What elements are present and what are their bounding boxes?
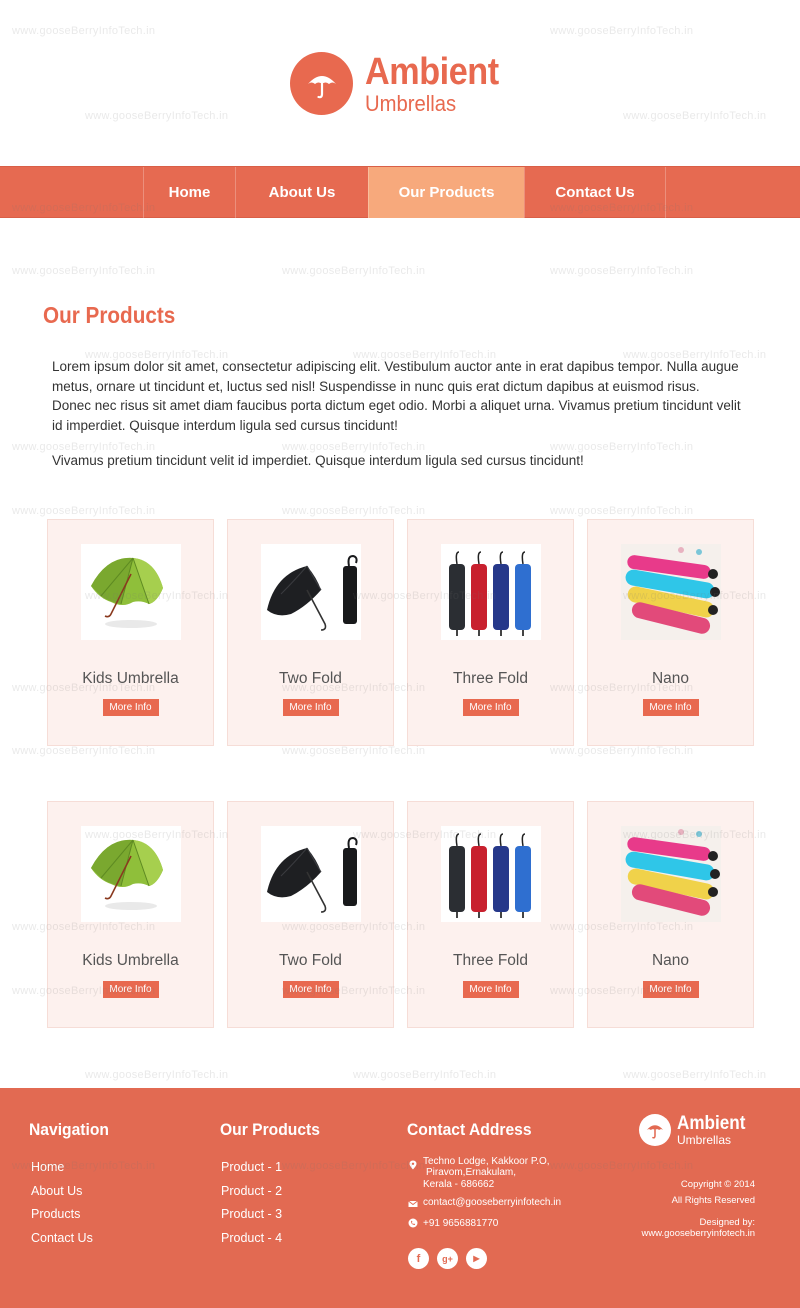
watermark-text: www.gooseBerryInfoTech.in — [550, 745, 694, 757]
footer-logo-name: Ambient — [677, 1113, 746, 1134]
address-line-3: Kerala - 686662 — [423, 1179, 495, 1190]
product-name: Two Fold — [279, 952, 342, 969]
footer-link-product-1[interactable]: Product - 1 — [221, 1160, 282, 1174]
footer-link-product-2[interactable]: Product - 2 — [221, 1184, 282, 1198]
umbrella-icon — [290, 52, 353, 115]
watermark-text: www.gooseBerryInfoTech.in — [282, 745, 426, 757]
contact-email[interactable]: contact@gooseberryinfotech.in — [423, 1197, 561, 1209]
product-name: Three Fold — [453, 670, 528, 687]
product-image-nano-umbrellas[interactable] — [620, 544, 721, 640]
watermark-text: www.gooseBerryInfoTech.in — [353, 1069, 497, 1081]
product-image-colored-folded-umbrellas[interactable] — [440, 826, 541, 922]
secondary-paragraph: Vivamus pretium tincidunt velit id imper… — [52, 453, 584, 468]
nav-item-about-us[interactable]: About Us — [235, 167, 368, 218]
rights-text: All Rights Reserved — [671, 1195, 755, 1206]
designer-link[interactable]: www.gooseberryinfotech.in — [641, 1228, 755, 1240]
footer-link-product-4[interactable]: Product - 4 — [221, 1231, 282, 1245]
product-card[interactable]: Three Fold More Info — [407, 801, 574, 1028]
watermark-text: www.gooseBerryInfoTech.in — [282, 265, 426, 277]
product-name: Nano — [651, 670, 690, 687]
product-card[interactable]: Three Fold More Info — [407, 519, 574, 746]
intro-paragraph: Lorem ipsum dolor sit amet, consectetur … — [52, 359, 741, 433]
site-header: Ambient Umbrellas — [0, 0, 800, 166]
page-title: Our Products — [43, 302, 176, 328]
product-image-black-folding-umbrella[interactable] — [260, 826, 361, 922]
more-info-button[interactable]: More Info — [102, 699, 159, 716]
watermark-text: www.gooseBerryInfoTech.in — [550, 505, 694, 517]
mail-icon — [408, 1200, 418, 1207]
watermark-text: www.gooseBerryInfoTech.in — [550, 265, 694, 277]
footer-link-about-us[interactable]: About Us — [31, 1184, 82, 1198]
product-image-colored-folded-umbrellas[interactable] — [440, 544, 541, 640]
phone-icon — [408, 1218, 418, 1228]
address-line-2: Piravom,Ernakulam, — [426, 1167, 517, 1178]
more-info-button[interactable]: More Info — [642, 981, 699, 998]
product-name: Three Fold — [453, 952, 528, 969]
product-image-black-folding-umbrella[interactable] — [260, 544, 361, 640]
site-footer: Navigation Home About Us Products Contac… — [0, 1088, 800, 1308]
product-image-green-umbrella[interactable] — [80, 826, 181, 922]
product-name: Two Fold — [279, 670, 342, 687]
footer-link-home[interactable]: Home — [31, 1160, 64, 1174]
watermark-text: www.gooseBerryInfoTech.in — [623, 1069, 767, 1081]
footer-contact-heading: Contact Address — [407, 1120, 532, 1139]
logo-name: Ambient — [365, 50, 499, 93]
site-logo[interactable]: Ambient Umbrellas — [290, 52, 514, 115]
product-card[interactable]: Nano More Info — [587, 801, 754, 1028]
more-info-button[interactable]: More Info — [642, 699, 699, 716]
contact-phone[interactable]: +91 9656881770 — [423, 1218, 498, 1230]
address-line-1: Techno Lodge, Kakkoor P.O, — [423, 1156, 550, 1167]
more-info-button[interactable]: More Info — [462, 699, 519, 716]
product-card[interactable]: Two Fold More Info — [227, 801, 394, 1028]
google-plus-icon[interactable]: g+ — [437, 1248, 458, 1269]
footer-link-product-3[interactable]: Product - 3 — [221, 1207, 282, 1221]
product-card[interactable]: Kids Umbrella More Info — [47, 519, 214, 746]
watermark-text: www.gooseBerryInfoTech.in — [85, 1069, 229, 1081]
youtube-icon[interactable]: ▶ — [466, 1248, 487, 1269]
watermark-text: www.gooseBerryInfoTech.in — [282, 505, 426, 517]
more-info-button[interactable]: More Info — [462, 981, 519, 998]
nav-item-home[interactable]: Home — [143, 167, 235, 218]
watermark-text: www.gooseBerryInfoTech.in — [12, 745, 156, 757]
product-name: Kids Umbrella — [82, 670, 179, 687]
product-image-nano-umbrellas[interactable] — [620, 826, 721, 922]
footer-logo-tagline: Umbrellas — [677, 1133, 732, 1147]
nav-item-our-products[interactable]: Our Products — [368, 167, 524, 218]
footer-logo[interactable]: Ambient Umbrellas — [639, 1114, 753, 1146]
nav-item-contact-us[interactable]: Contact Us — [524, 167, 666, 218]
watermark-text: www.gooseBerryInfoTech.in — [12, 265, 156, 277]
product-image-green-umbrella[interactable] — [80, 544, 181, 640]
product-card[interactable]: Kids Umbrella More Info — [47, 801, 214, 1028]
facebook-icon[interactable]: f — [408, 1248, 429, 1269]
product-name: Kids Umbrella — [82, 952, 179, 969]
more-info-button[interactable]: More Info — [282, 699, 339, 716]
logo-tagline: Umbrellas — [365, 90, 457, 116]
footer-navigation-heading: Navigation — [29, 1120, 109, 1139]
product-card[interactable]: Nano More Info — [587, 519, 754, 746]
main-nav: Home About Us Our Products Contact Us — [0, 166, 800, 218]
more-info-button[interactable]: More Info — [102, 981, 159, 998]
more-info-button[interactable]: More Info — [282, 981, 339, 998]
footer-link-contact-us[interactable]: Contact Us — [31, 1231, 93, 1245]
footer-link-products[interactable]: Products — [31, 1207, 80, 1221]
location-pin-icon — [409, 1160, 417, 1170]
watermark-text: www.gooseBerryInfoTech.in — [12, 505, 156, 517]
product-name: Nano — [651, 952, 690, 969]
copyright-text: Copyright © 2014 — [680, 1179, 755, 1190]
product-card[interactable]: Two Fold More Info — [227, 519, 394, 746]
umbrella-icon — [639, 1114, 671, 1146]
footer-products-heading: Our Products — [220, 1120, 320, 1139]
